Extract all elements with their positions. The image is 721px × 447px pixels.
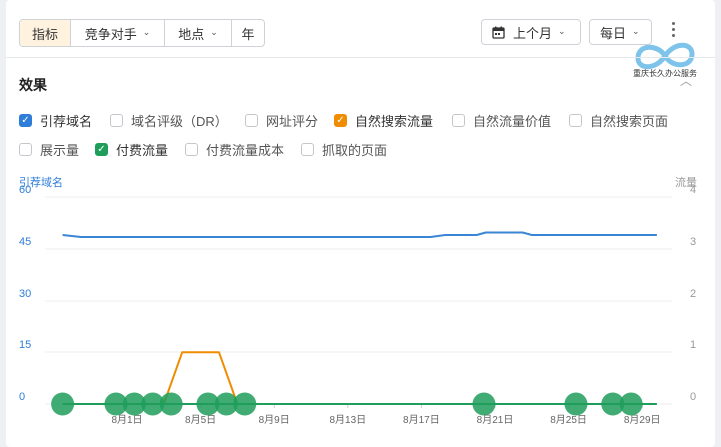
x-tick-label: 8月1日	[111, 414, 142, 426]
x-tick-label: 8月9日	[259, 414, 290, 426]
left-tick-label: 45	[19, 236, 31, 248]
data-point-marker	[159, 392, 183, 416]
performance-chart: 60 4 45 3 30 2 15 1 0 0 8月1日 8月5日 8月9日 8月13日 8月17日 8月21…	[19, 184, 696, 426]
data-point-marker	[564, 392, 588, 416]
data-point-marker	[233, 392, 257, 416]
right-tick-label: 2	[690, 288, 696, 300]
data-point-marker	[619, 392, 643, 416]
x-tick-label: 8月21日	[477, 414, 514, 426]
left-tick-label: 30	[19, 288, 31, 300]
left-tick-label: 0	[19, 391, 25, 403]
x-tick-label: 8月25日	[550, 414, 587, 426]
x-tick-label: 8月5日	[185, 414, 216, 426]
left-tick-label: 15	[19, 339, 31, 351]
x-tick-label: 8月13日	[329, 414, 366, 426]
data-point-marker	[472, 392, 496, 416]
right-tick-label: 3	[690, 236, 696, 248]
right-tick-label: 0	[690, 391, 696, 403]
right-tick-label: 1	[690, 339, 696, 351]
x-tick-label: 8月17日	[403, 414, 440, 426]
data-point-marker	[51, 392, 75, 416]
left-tick-label: 60	[19, 184, 31, 196]
right-tick-label: 4	[690, 184, 696, 196]
x-tick-label: 8月29日	[624, 414, 661, 426]
series-line	[62, 231, 657, 238]
